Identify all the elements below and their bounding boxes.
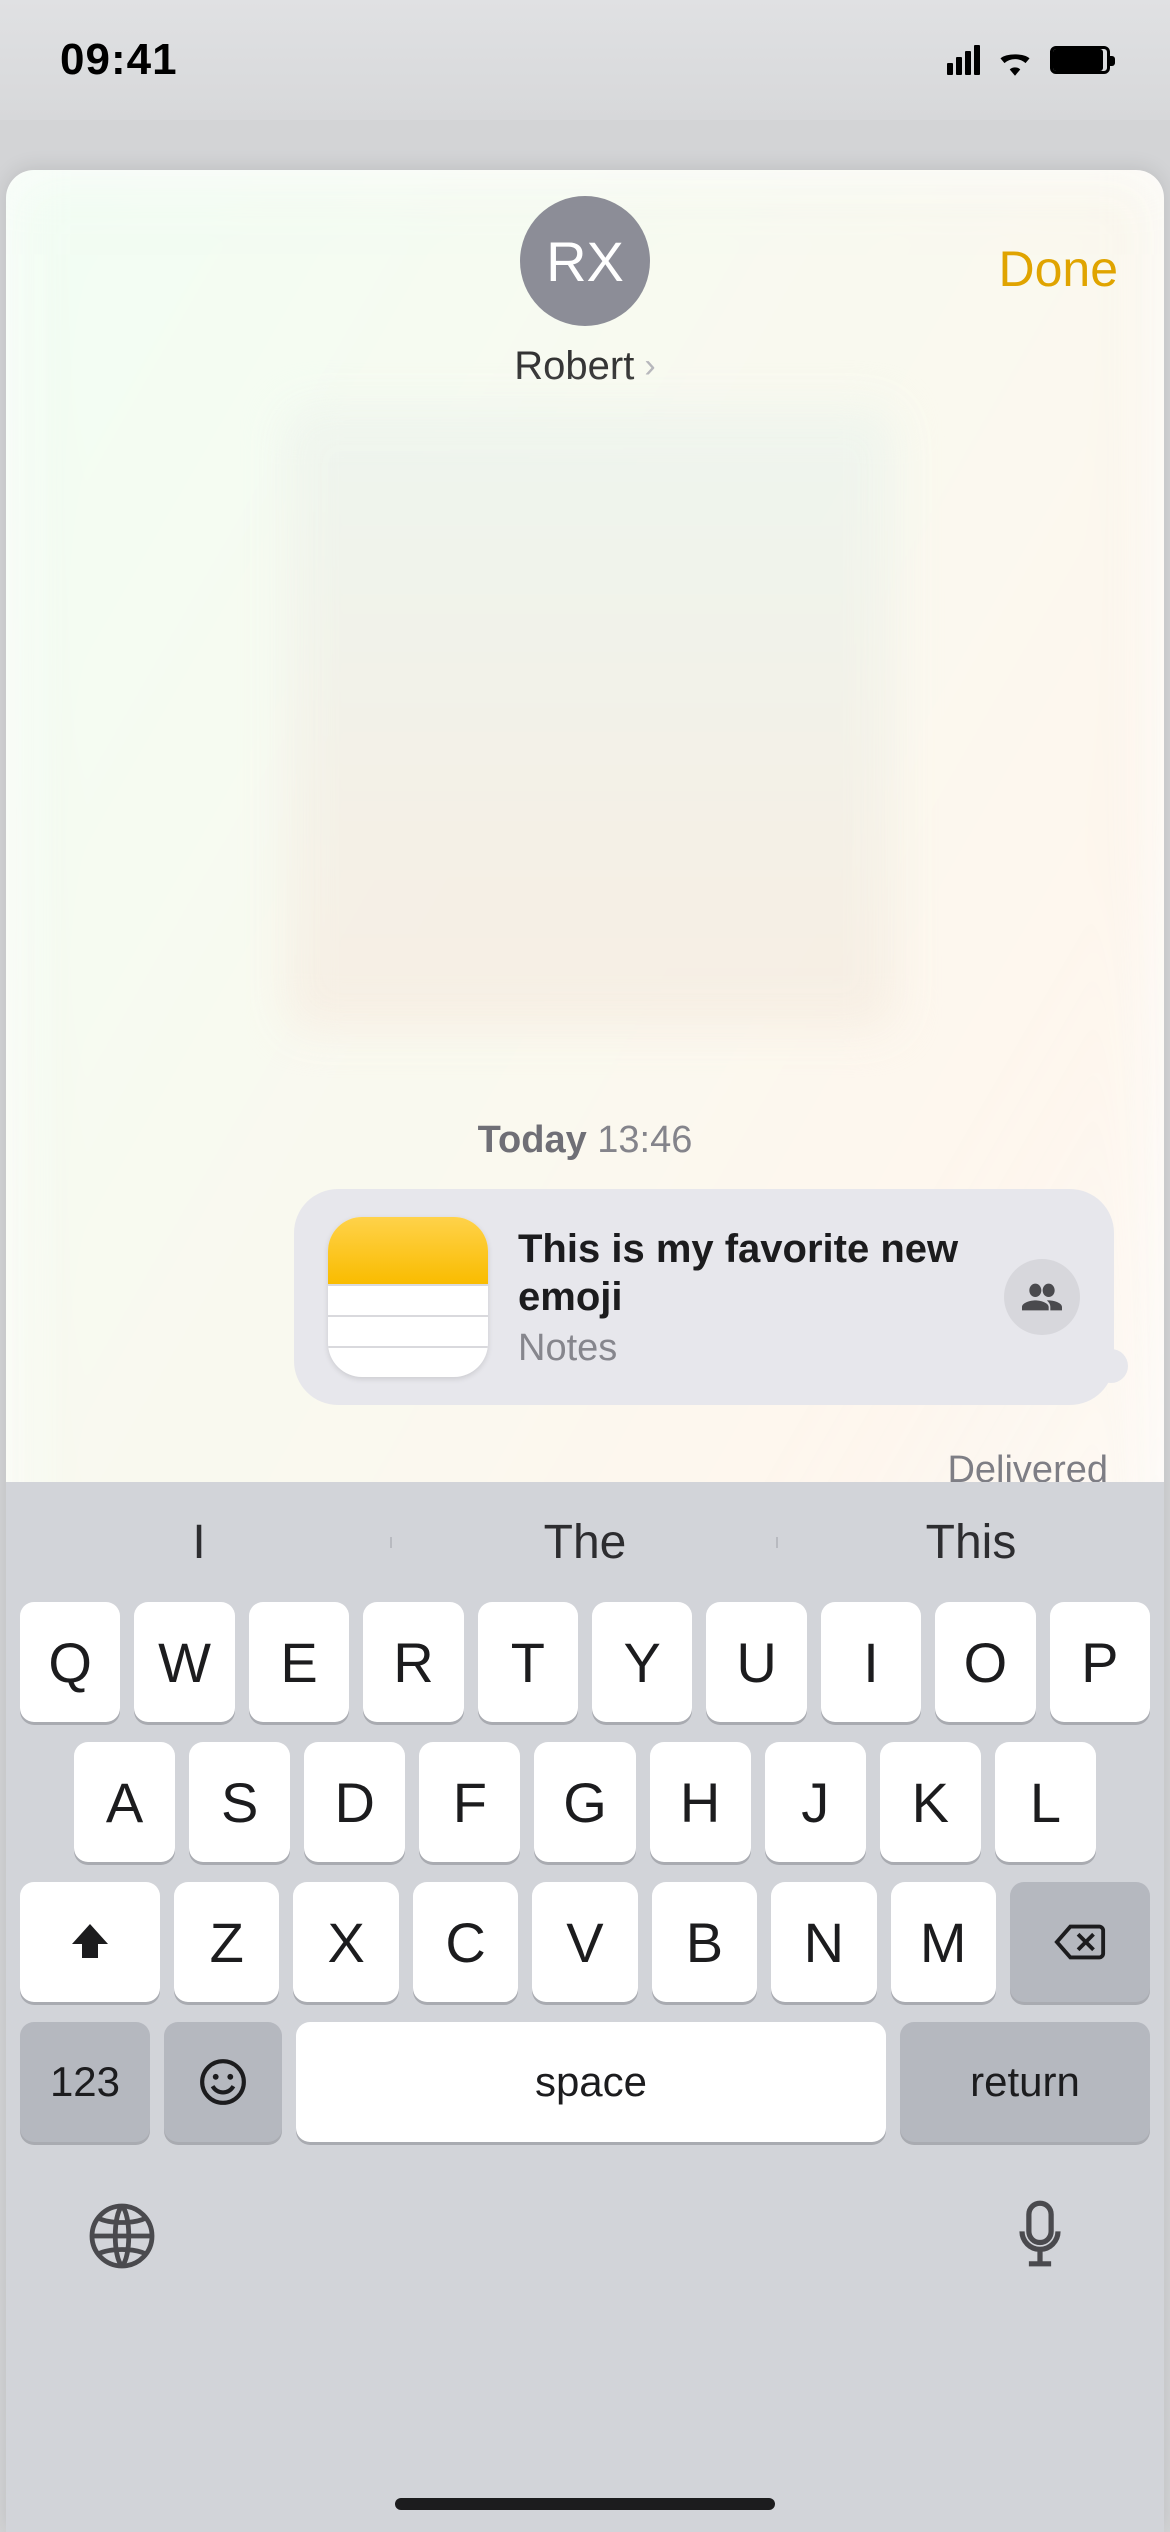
globe-button[interactable] [86, 2200, 158, 2272]
emoji-icon [198, 2057, 248, 2107]
key-s[interactable]: S [189, 1742, 290, 1862]
battery-icon [1050, 46, 1110, 74]
suggestion-2[interactable]: The [392, 1515, 778, 1570]
blurred-message-preview [286, 409, 896, 1029]
key-return[interactable]: return [900, 2022, 1150, 2142]
notes-app-icon [328, 1217, 488, 1377]
key-t[interactable]: T [478, 1602, 578, 1722]
key-n[interactable]: N [771, 1882, 876, 2002]
key-h[interactable]: H [650, 1742, 751, 1862]
collaboration-icon[interactable] [1004, 1259, 1080, 1335]
key-o[interactable]: O [935, 1602, 1035, 1722]
key-emoji[interactable] [164, 2022, 282, 2142]
key-u[interactable]: U [706, 1602, 806, 1722]
key-b[interactable]: B [652, 1882, 757, 2002]
key-c[interactable]: C [413, 1882, 518, 2002]
key-z[interactable]: Z [174, 1882, 279, 2002]
notes-attachment-bubble[interactable]: This is my favorite new emoji Notes [294, 1189, 1114, 1405]
contact-avatar[interactable]: RX [520, 196, 650, 326]
key-q[interactable]: Q [20, 1602, 120, 1722]
message-timestamp: Today 13:46 [6, 1119, 1164, 1162]
conversation-sheet: Done RX Robert › Today 13:46 This is my … [6, 170, 1164, 2532]
done-button[interactable]: Done [998, 240, 1118, 298]
key-y[interactable]: Y [592, 1602, 692, 1722]
key-g[interactable]: G [534, 1742, 635, 1862]
key-i[interactable]: I [821, 1602, 921, 1722]
key-numbers[interactable]: 123 [20, 2022, 150, 2142]
home-indicator[interactable] [395, 2498, 775, 2510]
microphone-icon [1012, 2200, 1068, 2272]
dictate-button[interactable] [1012, 2200, 1084, 2272]
key-v[interactable]: V [532, 1882, 637, 2002]
key-x[interactable]: X [293, 1882, 398, 2002]
key-d[interactable]: D [304, 1742, 405, 1862]
key-a[interactable]: A [74, 1742, 175, 1862]
contact-name: Robert [514, 344, 634, 389]
status-bar: 09:41 [0, 0, 1170, 120]
wifi-icon [994, 44, 1036, 76]
contact-name-row[interactable]: Robert › [514, 344, 655, 389]
key-w[interactable]: W [134, 1602, 234, 1722]
key-e[interactable]: E [249, 1602, 349, 1722]
attachment-title: This is my favorite new emoji [518, 1225, 974, 1321]
delete-icon [1053, 1922, 1107, 1962]
conversation-header: Done RX Robert › [6, 170, 1164, 399]
suggestion-3[interactable]: This [778, 1515, 1164, 1570]
status-time: 09:41 [60, 35, 178, 85]
key-p[interactable]: P [1050, 1602, 1150, 1722]
chevron-right-icon: › [644, 347, 655, 386]
shift-icon [66, 1918, 114, 1966]
key-m[interactable]: M [891, 1882, 996, 2002]
keyboard: I The This Q W E R T Y U I O P A S D F [6, 1482, 1164, 2532]
key-shift[interactable] [20, 1882, 160, 2002]
status-icons [947, 44, 1110, 76]
key-r[interactable]: R [363, 1602, 463, 1722]
key-space[interactable]: space [296, 2022, 886, 2142]
key-k[interactable]: K [880, 1742, 981, 1862]
key-delete[interactable] [1010, 1882, 1150, 2002]
suggestion-1[interactable]: I [6, 1515, 392, 1570]
cellular-icon [947, 45, 980, 75]
key-f[interactable]: F [419, 1742, 520, 1862]
attachment-app-name: Notes [518, 1327, 974, 1370]
globe-icon [86, 2200, 158, 2272]
suggestion-bar: I The This [6, 1482, 1164, 1602]
key-l[interactable]: L [995, 1742, 1096, 1862]
key-j[interactable]: J [765, 1742, 866, 1862]
